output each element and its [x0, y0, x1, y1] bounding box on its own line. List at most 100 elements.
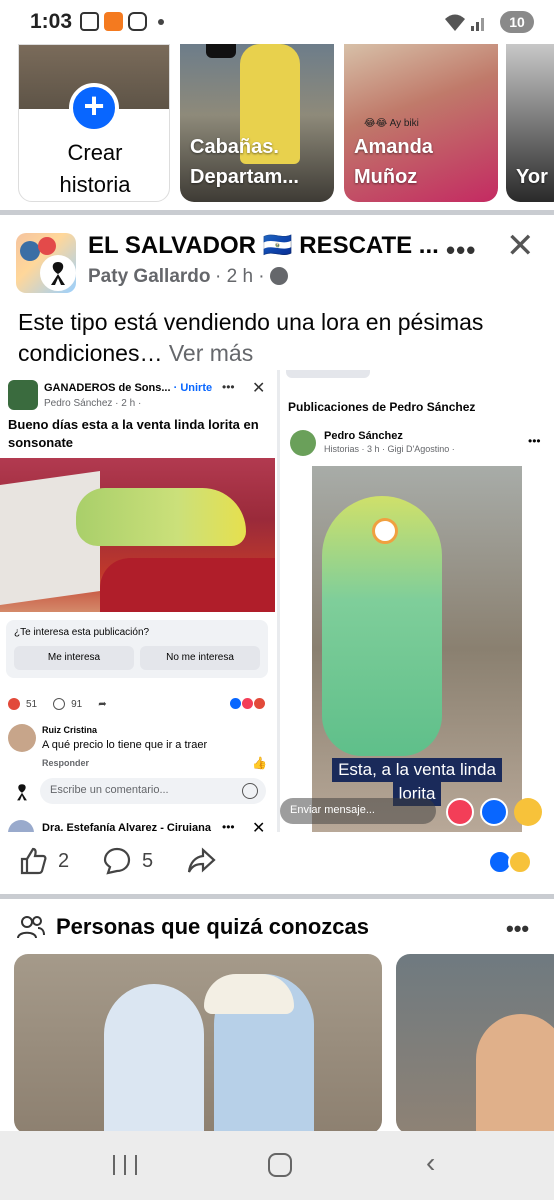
interest-question: ¿Te interesa esta publicación?: [14, 627, 150, 638]
left-reaction-summary: [230, 698, 265, 709]
mourning-ribbon-icon: [206, 44, 236, 58]
reaction-summary[interactable]: [488, 850, 532, 874]
dot-icon: [158, 19, 164, 25]
commenter-avatar: [8, 724, 36, 752]
comment-placeholder: Escribe un comentario...: [50, 784, 169, 796]
right-author-avatar: [290, 430, 316, 456]
interested-button[interactable]: Me interesa: [14, 646, 134, 670]
screenshot-icon: [80, 12, 99, 31]
message-input[interactable]: Enviar mensaje...: [280, 798, 436, 824]
create-story-card[interactable]: + Crear historia: [18, 44, 170, 202]
blanket-shape: [100, 558, 275, 612]
close-icon[interactable]: ✕: [252, 818, 265, 832]
story-label: Yor: [516, 166, 548, 188]
person-card[interactable]: [14, 954, 382, 1134]
more-options-icon[interactable]: •••: [506, 916, 529, 942]
group-avatar-art: [38, 237, 56, 255]
love-icon: [242, 698, 253, 709]
divider: [0, 894, 554, 899]
message-placeholder: Enviar mensaje...: [290, 804, 375, 816]
post-author[interactable]: Paty Gallardo: [88, 266, 211, 288]
plus-icon[interactable]: +: [69, 83, 119, 133]
share-icon: ➦: [98, 698, 107, 710]
left-caption: Bueno días esta a la venta linda lorita …: [8, 417, 259, 450]
comment-icon: [53, 698, 66, 710]
comment-action[interactable]: 5: [102, 846, 153, 876]
back-icon[interactable]: ‹: [426, 1147, 435, 1179]
stories-tray[interactable]: + Crear historia Cabañas. Departam... 😂😂…: [0, 44, 554, 210]
emoji-icon[interactable]: [242, 783, 258, 799]
wifi-icon: [445, 14, 465, 31]
ribbon-avatar: [8, 778, 36, 806]
group-avatar-art: [20, 241, 40, 261]
angry-icon: [8, 698, 20, 710]
close-icon[interactable]: ✕: [252, 378, 265, 398]
more-options-icon[interactable]: •••: [222, 380, 235, 394]
group-name[interactable]: EL SALVADOR 🇸🇻 RESCATE ...: [88, 231, 439, 260]
like-icon[interactable]: [480, 798, 508, 826]
mourning-ribbon-icon: [17, 784, 27, 801]
more-options-icon[interactable]: •••: [222, 820, 235, 832]
people-you-may-know: Personas que quizá conozcas •••: [0, 902, 554, 1134]
story-label: Amanda Muñoz: [354, 136, 433, 188]
home-icon[interactable]: [268, 1153, 292, 1177]
hat-shape: [204, 974, 294, 1014]
temu-app-icon: [104, 12, 123, 31]
left-screenshot[interactable]: GANADEROS de Sons... · Unirte Pedro Sánc…: [0, 370, 277, 832]
right-header: Publicaciones de Pedro Sánchez: [288, 400, 476, 414]
next-post-avatar: [8, 820, 34, 832]
post-text: Este tipo está vendiendo una lora en pés…: [18, 309, 484, 366]
laugh-icon[interactable]: [514, 798, 542, 826]
section-title: Personas que quizá conozcas: [56, 914, 369, 939]
post-actions: 2 5: [0, 832, 554, 894]
group-thumb: [8, 380, 38, 410]
see-more-link[interactable]: Ver más: [169, 340, 253, 366]
story-label: Cabañas. Departam...: [190, 136, 299, 188]
share-action[interactable]: [186, 846, 216, 876]
recent-apps-icon[interactable]: [113, 1155, 137, 1175]
parrot-eye: [372, 518, 398, 544]
like-action[interactable]: 2: [18, 846, 69, 876]
globe-icon: [269, 267, 288, 285]
status-time: 1:03: [30, 10, 73, 33]
instagram-icon: [128, 12, 147, 31]
story-card[interactable]: Yor: [506, 44, 554, 202]
story-card[interactable]: Cabañas. Departam...: [180, 44, 334, 202]
create-story-label: Crear historia: [59, 140, 131, 197]
people-icon: [17, 916, 45, 939]
right-screenshot[interactable]: Publicaciones de Pedro Sánchez Pedro Sán…: [280, 370, 554, 832]
android-navigation-bar: ‹: [0, 1131, 554, 1200]
post-images[interactable]: GANADEROS de Sons... · Unirte Pedro Sánc…: [0, 370, 554, 832]
close-icon[interactable]: ✕: [506, 229, 535, 263]
right-author: Pedro Sánchez: [324, 430, 403, 442]
comment-count: 5: [142, 849, 154, 872]
not-interested-button[interactable]: No me interesa: [140, 646, 260, 670]
more-options-icon[interactable]: •••: [528, 434, 541, 448]
comment-text: A qué precio lo tiene que ir a traer: [42, 739, 208, 751]
more-options-icon[interactable]: •••: [446, 235, 476, 266]
next-post-author: Dra. Estefanía Alvarez - Ciruiana: [42, 822, 211, 832]
share-icon: [187, 847, 216, 873]
like-icon: [20, 847, 47, 875]
right-sub: Historias · 3 h · Gigi D'Agostino ·: [324, 444, 455, 454]
story-card[interactable]: 😂😂 Ay biki Amanda Muñoz: [344, 44, 498, 202]
left-author: Pedro Sánchez · 2 h ·: [44, 398, 142, 409]
like-icon: [230, 698, 241, 709]
like-comment-icon[interactable]: 👍: [252, 756, 267, 770]
mourning-ribbon-icon: [51, 262, 65, 285]
post-time: · 2 h ·: [215, 266, 288, 288]
sad-icon: [508, 850, 532, 874]
person-card[interactable]: [396, 954, 554, 1134]
reply-link[interactable]: Responder: [42, 758, 89, 768]
left-reactions: 51 91 ➦: [8, 698, 107, 710]
parrot-figure: [76, 488, 246, 546]
facebook-feed-screen: 1:03 10 + Crear historia Cabañas. Depart…: [0, 0, 554, 1200]
angry-icon: [254, 698, 265, 709]
comment-icon: [103, 847, 131, 875]
love-icon[interactable]: [446, 798, 474, 826]
author-avatar[interactable]: [40, 255, 76, 291]
comment-input[interactable]: Escribe un comentario...: [40, 778, 266, 804]
parrot-photo: [0, 458, 275, 612]
post-header: EL SALVADOR 🇸🇻 RESCATE ... Paty Gallardo…: [0, 215, 554, 375]
interest-panel: ¿Te interesa esta publicación? Me intere…: [6, 620, 268, 678]
